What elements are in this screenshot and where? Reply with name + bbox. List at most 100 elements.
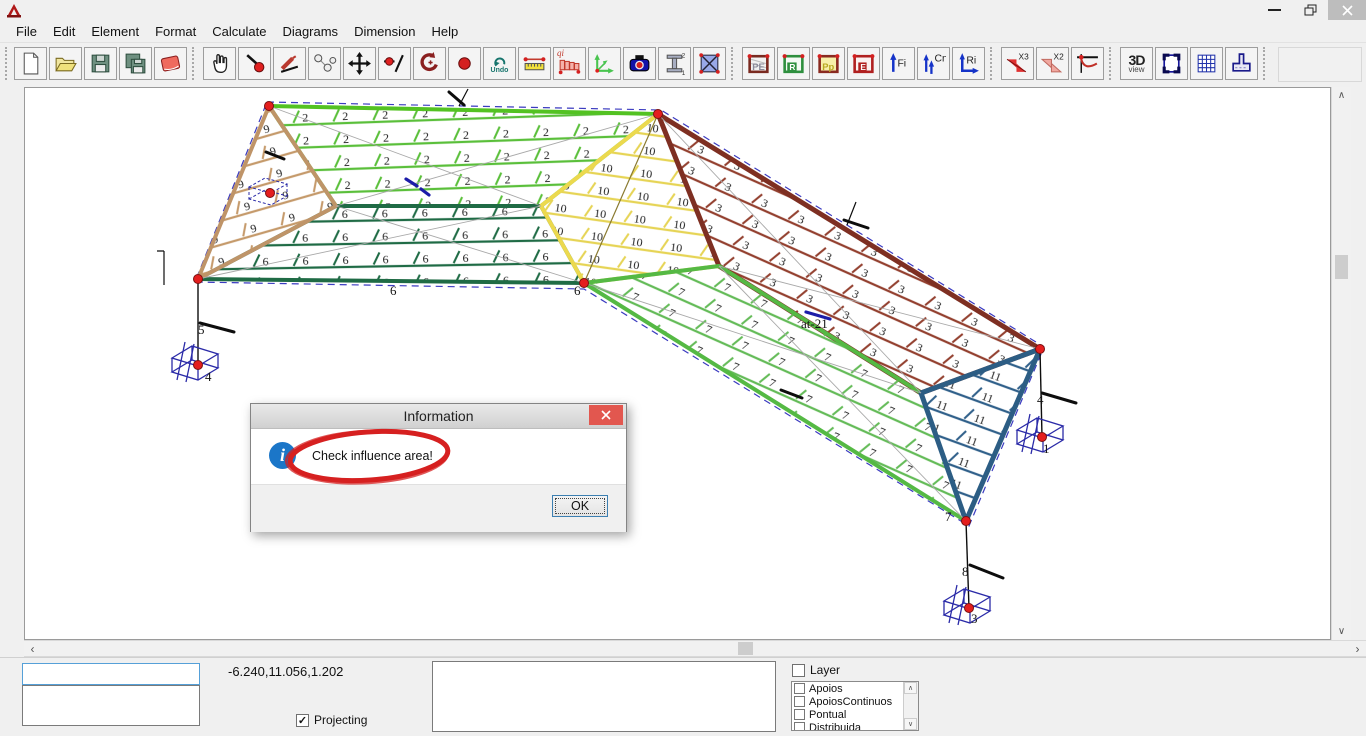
ok-button[interactable]: OK [552, 495, 608, 517]
camera-icon [627, 51, 652, 76]
grid-button[interactable] [1190, 47, 1223, 80]
view-3d-sublabel: view [1128, 66, 1144, 74]
svg-text:3: 3 [971, 611, 978, 626]
layer-list-scrollbar[interactable]: ∧ ∨ [903, 682, 918, 730]
envelope-x3-button[interactable]: X3 [1001, 47, 1034, 80]
link-nodes-button[interactable] [308, 47, 341, 80]
drawing-canvas[interactable]: 269103711 [24, 87, 1331, 640]
insert-node-button[interactable] [448, 47, 481, 80]
horizontal-scrollbar[interactable]: ‹ › [24, 640, 1366, 657]
menu-calculate[interactable]: Calculate [204, 22, 274, 41]
local-axes-button[interactable] [588, 47, 621, 80]
layer-scroll-down-icon[interactable]: ∨ [904, 718, 917, 730]
toolbar-drag-handle[interactable] [5, 47, 11, 80]
layer-checkbox[interactable] [792, 664, 805, 677]
distributed-load-button[interactable]: qi [553, 47, 586, 80]
layer-scroll-up-icon[interactable]: ∧ [904, 682, 917, 694]
new-file-button[interactable] [14, 47, 47, 80]
dialog-close-button[interactable] [589, 405, 623, 425]
view-3d-button[interactable]: 3D view [1120, 47, 1153, 80]
pan-button[interactable] [203, 47, 236, 80]
svg-text:R: R [789, 62, 795, 72]
layer-item-apoioscontinuos[interactable]: ApoiosContinuos [792, 695, 918, 708]
layer-option[interactable]: Layer [792, 663, 840, 677]
save-floppy-icon [88, 51, 113, 76]
menubar: FileEditElementFormatCalculateDiagramsDi… [0, 20, 1366, 42]
cross-section-button[interactable]: 21 [658, 47, 691, 80]
layer-list[interactable]: ApoiosApoiosContinuosPontualDistribuida … [791, 681, 919, 731]
minimize-button[interactable] [1256, 0, 1292, 20]
dialog-footer: OK [251, 484, 626, 532]
layer-item-checkbox[interactable] [794, 696, 805, 707]
save-all-button[interactable] [119, 47, 152, 80]
layer-item-pontual[interactable]: Pontual [792, 708, 918, 721]
menu-file[interactable]: File [8, 22, 45, 41]
add-node-button[interactable] [238, 47, 271, 80]
menu-edit[interactable]: Edit [45, 22, 83, 41]
projecting-checkbox[interactable] [296, 714, 309, 727]
load-pe-button[interactable]: PE [742, 47, 775, 80]
load-e-button[interactable]: E [847, 47, 880, 80]
layer-label: Layer [810, 663, 840, 677]
new-file-icon [18, 51, 43, 76]
status-input-top[interactable] [22, 663, 200, 685]
load-r-button[interactable]: R [777, 47, 810, 80]
message-box [432, 661, 776, 732]
toolbar-separator [192, 47, 200, 80]
toolbar-separator [1263, 47, 1271, 80]
open-file-button[interactable] [49, 47, 82, 80]
load-pp-button[interactable]: Pp [812, 47, 845, 80]
dialog-title[interactable]: Information [251, 404, 626, 428]
menu-format[interactable]: Format [147, 22, 204, 41]
menu-dimension[interactable]: Dimension [346, 22, 423, 41]
panel-element-button[interactable] [693, 47, 726, 80]
view-3d-label: 3D [1129, 54, 1145, 66]
layer-item-distribuida[interactable]: Distribuida [792, 721, 918, 731]
scroll-left-icon[interactable]: ‹ [24, 641, 41, 656]
menu-element[interactable]: Element [83, 22, 147, 41]
undo-button[interactable]: Undo [483, 47, 516, 80]
close-icon [1342, 5, 1353, 16]
supports-button[interactable] [1225, 47, 1258, 80]
force-cn-button[interactable]: Cn [917, 47, 950, 80]
envelope-x2-button[interactable]: X2 [1036, 47, 1069, 80]
menu-help[interactable]: Help [423, 22, 466, 41]
svg-text:4: 4 [205, 369, 212, 384]
window-zoom-button[interactable] [1155, 47, 1188, 80]
load-pe-icon: PE [746, 51, 771, 76]
linked-nodes-icon [312, 51, 337, 76]
edit-element-button[interactable] [273, 47, 306, 80]
measure-button[interactable] [518, 47, 551, 80]
svg-text:Pp: Pp [822, 62, 834, 72]
vertical-scroll-thumb[interactable] [1335, 255, 1348, 279]
dialog-body: i Check influence area! [251, 428, 626, 484]
reaction-ri-button[interactable]: Ri [952, 47, 985, 80]
materials-book-button[interactable] [154, 47, 187, 80]
vertical-scrollbar[interactable]: ∧ ∨ [1331, 87, 1351, 640]
move-button[interactable] [343, 47, 376, 80]
restore-icon [1304, 4, 1317, 17]
menu-diagrams[interactable]: Diagrams [274, 22, 346, 41]
insert-bar-button[interactable] [378, 47, 411, 80]
layer-item-checkbox[interactable] [794, 709, 805, 720]
scroll-right-icon[interactable]: › [1349, 641, 1366, 656]
scroll-down-icon[interactable]: ∨ [1332, 623, 1351, 640]
svg-text:X3: X3 [1019, 51, 1030, 61]
close-button[interactable] [1328, 0, 1366, 20]
layer-item-checkbox[interactable] [794, 683, 805, 694]
horizontal-scroll-thumb[interactable] [738, 642, 753, 655]
influence-line-button[interactable] [1071, 47, 1104, 80]
layer-item-checkbox[interactable] [794, 722, 805, 731]
force-fi-button[interactable]: Fi [882, 47, 915, 80]
save-file-button[interactable] [84, 47, 117, 80]
svg-text:4: 4 [1037, 392, 1044, 407]
svg-text:1: 1 [1043, 441, 1050, 456]
layer-item-apoios[interactable]: Apoios [792, 682, 918, 695]
projecting-option[interactable]: Projecting [296, 713, 367, 727]
restore-button[interactable] [1292, 0, 1328, 20]
rotate-button[interactable] [413, 47, 446, 80]
status-input-bottom[interactable] [22, 685, 200, 726]
workspace: 269103711 [0, 87, 1366, 640]
scroll-up-icon[interactable]: ∧ [1332, 87, 1351, 104]
camera-button[interactable] [623, 47, 656, 80]
